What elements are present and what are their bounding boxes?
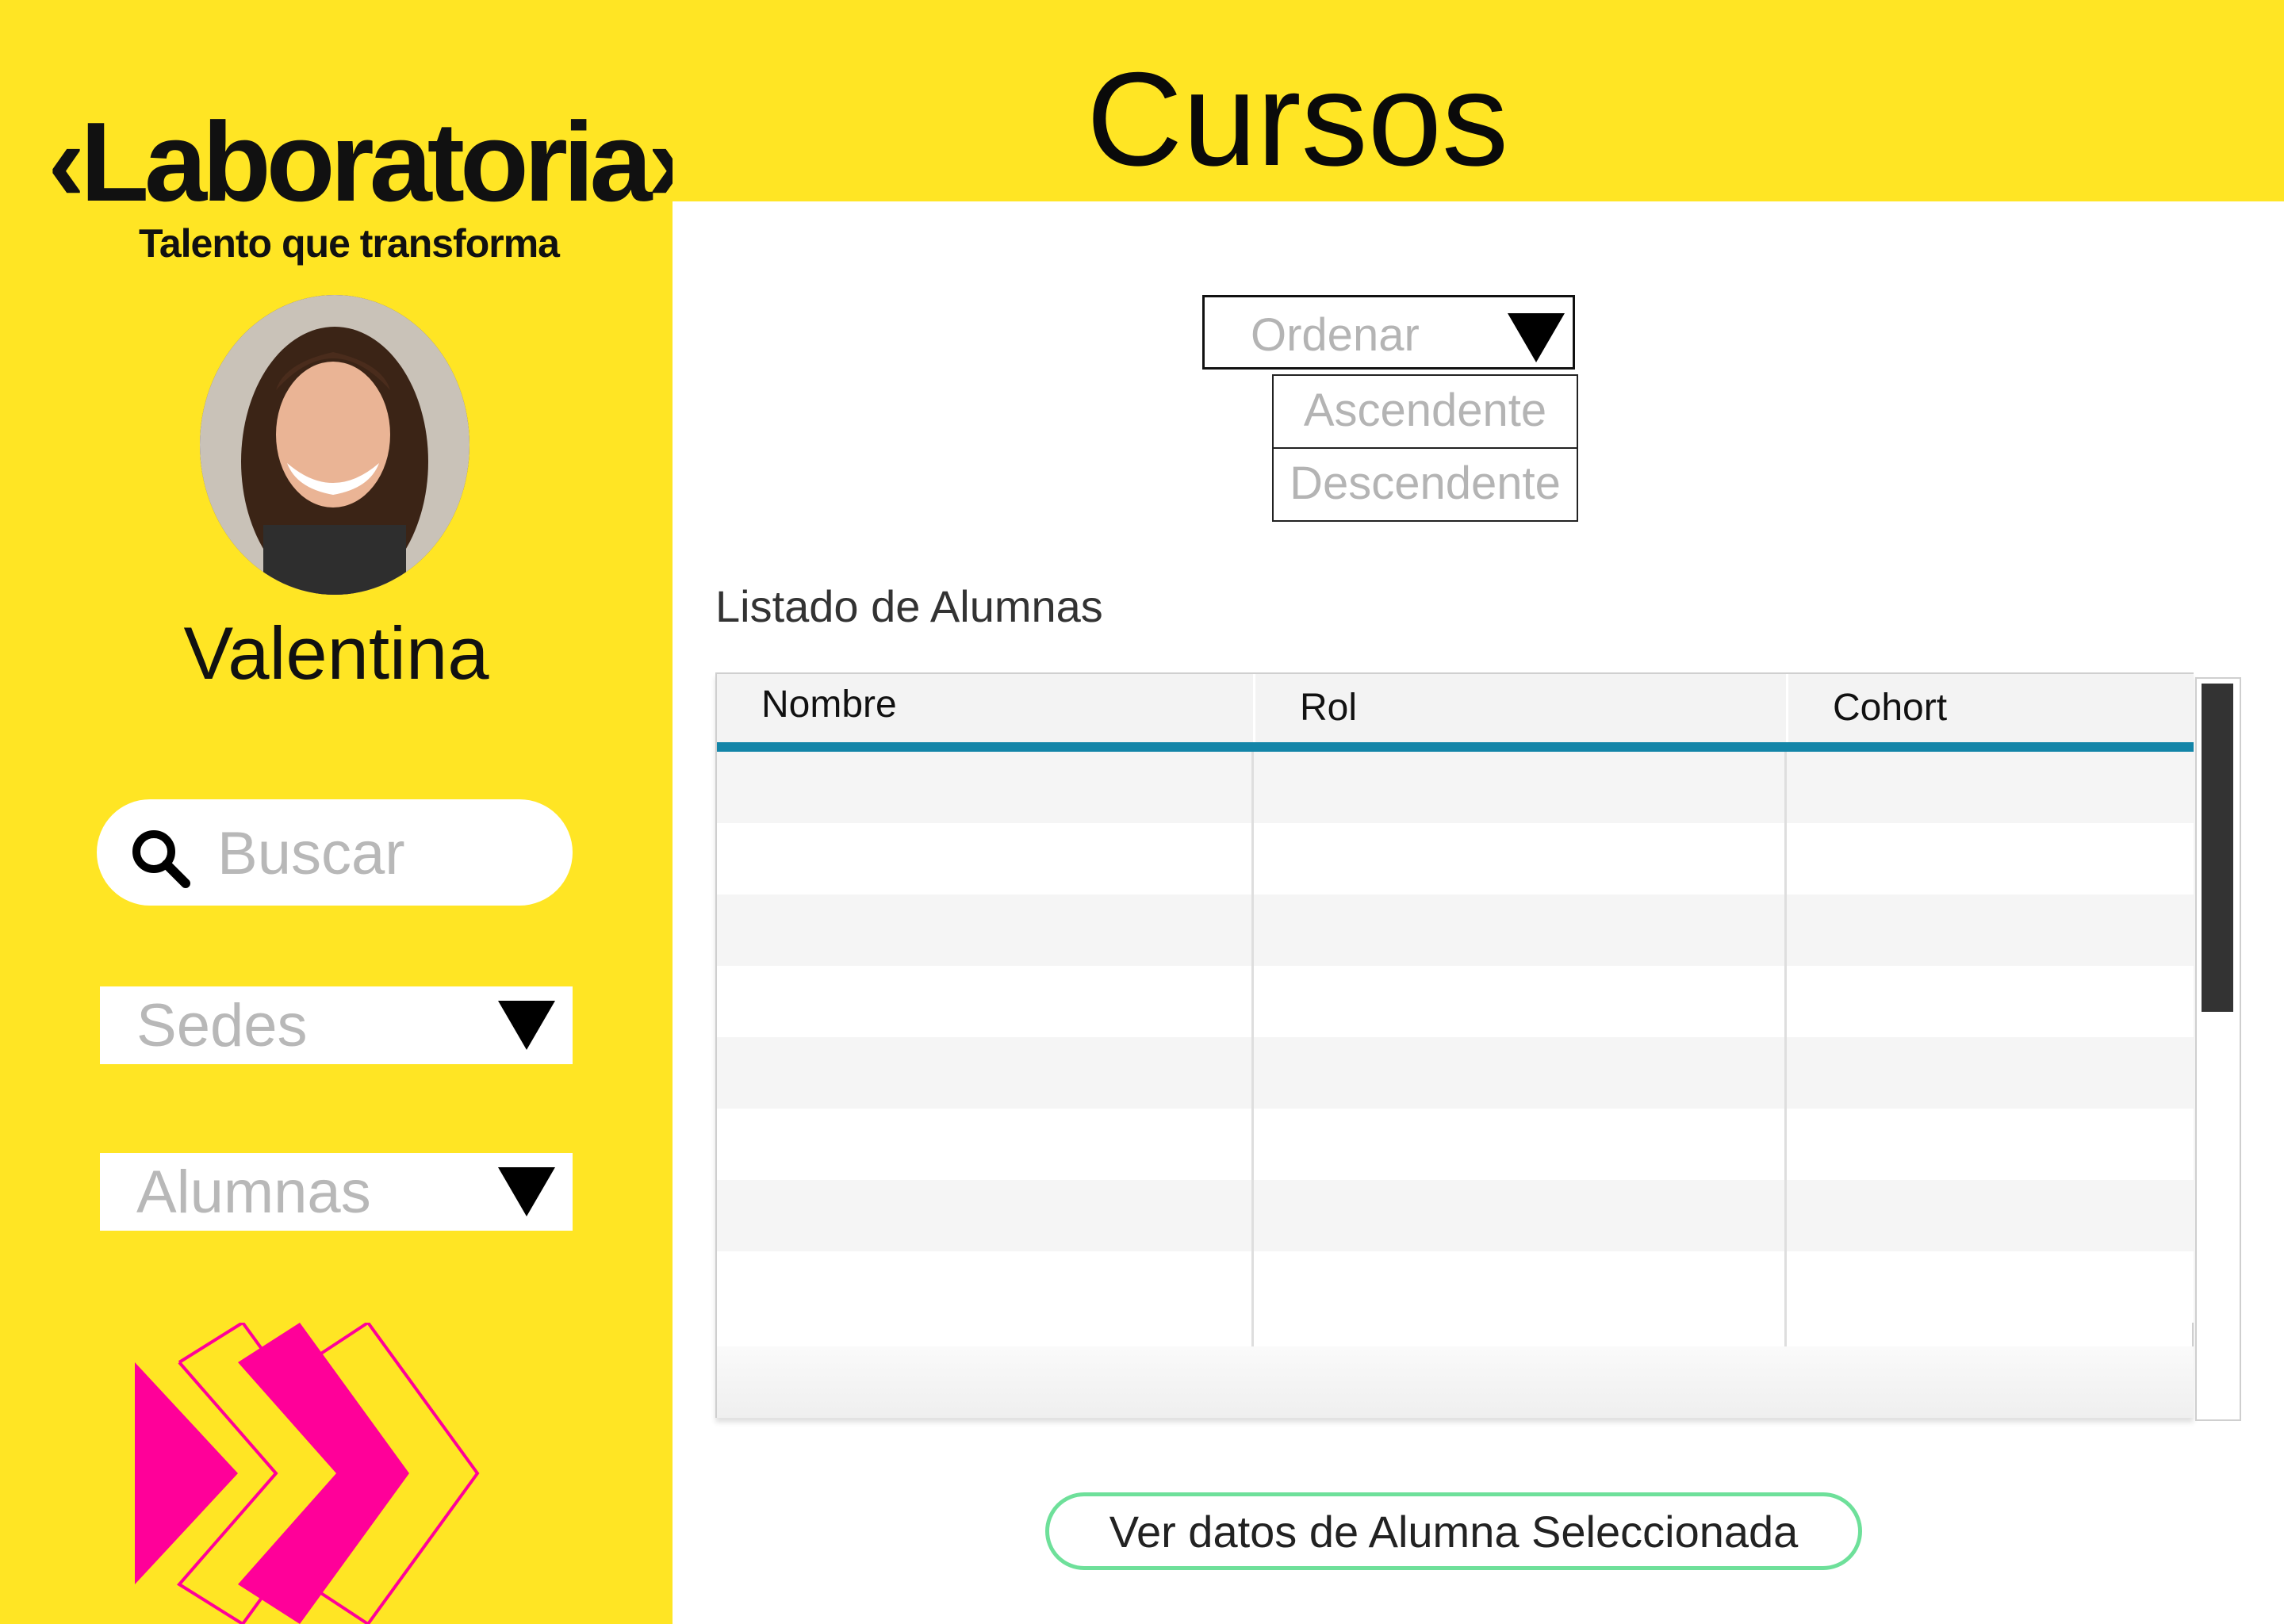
table-row[interactable] bbox=[717, 752, 2194, 823]
table-body bbox=[717, 752, 2194, 1346]
chevron-filled-1 bbox=[135, 1362, 238, 1584]
user-avatar bbox=[200, 295, 469, 595]
scrollbar-thumb[interactable] bbox=[2202, 684, 2233, 1012]
table-row[interactable] bbox=[717, 966, 2194, 1037]
table-row[interactable] bbox=[717, 1037, 2194, 1109]
table-row[interactable] bbox=[717, 894, 2194, 966]
order-select[interactable]: Ordenar bbox=[1202, 295, 1575, 370]
order-option-descending[interactable]: Descendente bbox=[1272, 447, 1578, 522]
chevrons-decoration bbox=[135, 1323, 480, 1624]
search-box[interactable] bbox=[97, 799, 573, 906]
order-option-ascending[interactable]: Ascendente bbox=[1272, 374, 1578, 449]
user-name: Valentina bbox=[183, 611, 489, 695]
dropdown-arrow-icon bbox=[498, 1167, 555, 1216]
logo-tagline: Talento que transforma bbox=[139, 221, 560, 266]
table-footer bbox=[717, 1346, 2194, 1418]
page-title: Cursos bbox=[1086, 44, 1509, 193]
alumnas-select[interactable]: Alumnas bbox=[100, 1153, 573, 1231]
column-header-nombre[interactable]: Nombre bbox=[717, 674, 1253, 742]
column-header-cohort[interactable]: Cohort bbox=[1786, 674, 2194, 742]
header: Cursos bbox=[673, 0, 2284, 201]
table-header: Nombre Rol Cohort bbox=[717, 674, 2194, 752]
column-divider bbox=[1784, 752, 1787, 1346]
search-input[interactable] bbox=[216, 815, 552, 891]
students-table: Nombre Rol Cohort bbox=[715, 672, 2194, 1418]
laboratoria-logo: ‹Laboratoria› Talento que transforma bbox=[48, 99, 685, 270]
table-row[interactable] bbox=[717, 823, 2194, 894]
dropdown-arrow-icon bbox=[1508, 313, 1565, 362]
sidebar: ‹Laboratoria› Talento que transforma Val… bbox=[0, 0, 685, 1624]
alumnas-select-label: Alumnas bbox=[136, 1159, 371, 1226]
dropdown-arrow-icon bbox=[498, 1001, 555, 1050]
logo-wordmark: ‹Laboratoria› bbox=[48, 99, 685, 225]
view-selected-student-button[interactable]: Ver datos de Alumna Seleccionada bbox=[1045, 1492, 1862, 1570]
list-title: Listado de Alumnas bbox=[715, 581, 1103, 631]
column-header-rol[interactable]: Rol bbox=[1253, 674, 1786, 742]
sedes-select-label: Sedes bbox=[136, 992, 308, 1059]
chevron-filled-2 bbox=[238, 1323, 409, 1624]
table-row[interactable] bbox=[717, 1251, 2194, 1323]
table-row[interactable] bbox=[717, 1180, 2194, 1251]
table-scrollbar[interactable] bbox=[2195, 677, 2241, 1421]
sedes-select[interactable]: Sedes bbox=[100, 986, 573, 1064]
order-select-label: Ordenar bbox=[1251, 309, 1420, 361]
search-icon bbox=[128, 826, 192, 890]
column-divider bbox=[1251, 752, 1254, 1346]
main-content: Ordenar Ascendente Descendente Listado d… bbox=[673, 201, 2284, 1624]
table-row[interactable] bbox=[717, 1109, 2194, 1180]
